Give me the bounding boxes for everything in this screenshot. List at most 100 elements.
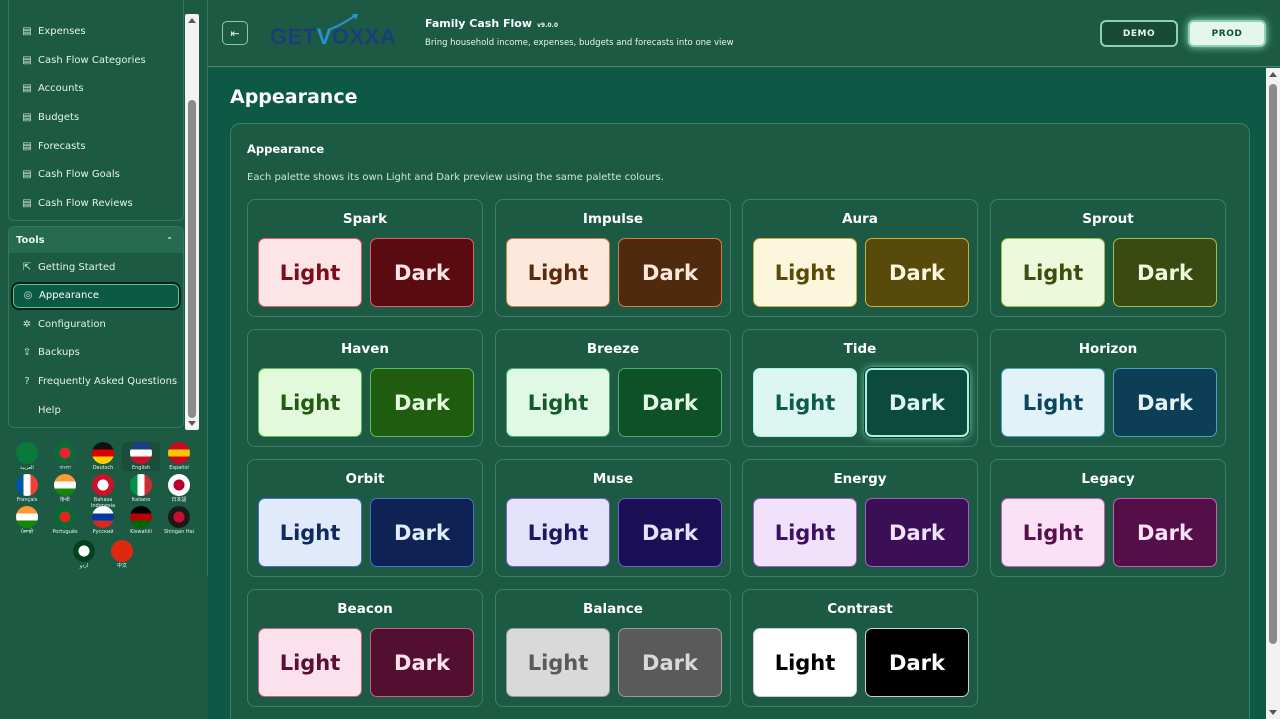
sidebar-scroll-thumb[interactable] <box>188 100 196 418</box>
demo-button[interactable]: DEMO <box>1100 20 1178 47</box>
language-label: Kiswahili <box>130 529 152 535</box>
sidebar-item-appearance[interactable]: ◎ Appearance <box>11 281 181 310</box>
sidebar-item-label: Cash Flow Goals <box>38 169 120 181</box>
aura-light-swatch[interactable]: Light <box>753 238 857 307</box>
sidebar-item-label: Budgets <box>38 111 80 123</box>
palette-icon: ◎ <box>23 290 33 302</box>
language-option[interactable]: Deutsch <box>84 442 122 471</box>
language-option[interactable]: বাংলা <box>46 442 84 471</box>
flag-icon <box>92 474 114 496</box>
collapse-sidebar-button[interactable]: ⇤ <box>222 21 248 45</box>
prod-button[interactable]: PROD <box>1188 20 1266 47</box>
card-title: Appearance <box>247 142 325 156</box>
energy-dark-swatch[interactable]: Dark <box>865 498 969 567</box>
impulse-dark-swatch[interactable]: Dark <box>618 238 722 307</box>
language-option[interactable]: Español <box>160 442 198 471</box>
beacon-light-swatch[interactable]: Light <box>258 628 362 697</box>
language-option[interactable]: Shingan Hai <box>160 506 198 535</box>
balance-light-swatch[interactable]: Light <box>506 628 610 697</box>
breeze-dark-swatch[interactable]: Dark <box>618 368 722 437</box>
legacy-dark-swatch[interactable]: Dark <box>1113 498 1217 567</box>
sidebar-item-configuration[interactable]: ✲ Configuration <box>9 310 183 339</box>
sidebar-item-cash-flow-categories[interactable]: ▤ Cash Flow Categories <box>9 46 183 75</box>
sidebar-scrollbar[interactable] <box>185 14 199 430</box>
language-option[interactable]: Русский <box>84 506 122 535</box>
beacon-dark-swatch[interactable]: Dark <box>370 628 474 697</box>
sidebar-item-budgets[interactable]: ▤ Budgets <box>9 103 183 132</box>
impulse-light-swatch[interactable]: Light <box>506 238 610 307</box>
horizon-light-swatch[interactable]: Light <box>1001 368 1105 437</box>
sprout-dark-swatch[interactable]: Dark <box>1113 238 1217 307</box>
language-option[interactable]: ਪੰਜਾਬੀ <box>8 506 46 535</box>
flag-icon <box>54 474 76 496</box>
haven-light-swatch[interactable]: Light <box>258 368 362 437</box>
language-option[interactable]: Bahasa Indonesia <box>84 474 122 509</box>
scroll-up-arrow-icon[interactable] <box>1269 72 1277 77</box>
tide-dark-swatch[interactable]: Dark <box>865 368 969 437</box>
language-label: Русский <box>92 529 114 535</box>
contrast-light-swatch[interactable]: Light <box>753 628 857 697</box>
language-option[interactable]: Português <box>46 506 84 535</box>
language-option[interactable]: Italiano <box>122 474 160 503</box>
breeze-light-swatch[interactable]: Light <box>506 368 610 437</box>
language-option[interactable]: اردو <box>65 540 103 569</box>
page-title: Appearance <box>230 86 358 108</box>
legacy-light-swatch[interactable]: Light <box>1001 498 1105 567</box>
language-option[interactable]: 中文 <box>103 540 141 569</box>
spark-dark-swatch[interactable]: Dark <box>370 238 474 307</box>
palette-card-spark: Spark Light Dark <box>247 199 483 317</box>
aura-dark-swatch[interactable]: Dark <box>865 238 969 307</box>
spark-light-swatch[interactable]: Light <box>258 238 362 307</box>
sidebar-item-backups[interactable]: ⇪ Backups <box>9 338 183 367</box>
sidebar-item-label: Forecasts <box>38 140 86 152</box>
sidebar-item-label: Backups <box>38 347 80 359</box>
palette-card-contrast: Contrast Light Dark <box>742 589 978 707</box>
tools-section-header[interactable]: Tools ⌃ <box>9 227 183 253</box>
scroll-down-arrow-icon[interactable] <box>188 421 196 426</box>
flag-icon <box>16 474 38 496</box>
balance-dark-swatch[interactable]: Dark <box>618 628 722 697</box>
orbit-dark-swatch[interactable]: Dark <box>370 498 474 567</box>
sidebar-item-accounts[interactable]: ▤ Accounts <box>9 74 183 103</box>
language-option[interactable]: English <box>122 442 160 471</box>
tide-light-swatch[interactable]: Light <box>753 368 857 437</box>
sidebar-item-cash-flow-goals[interactable]: ▤ Cash Flow Goals <box>9 160 183 189</box>
chevron-up-icon[interactable]: ⌃ <box>166 236 173 245</box>
flag-icon <box>130 474 152 496</box>
language-option[interactable]: Français <box>8 474 46 503</box>
language-picker: العربية বাংলা Deutsch English Español Françai… <box>8 436 200 572</box>
orbit-light-swatch[interactable]: Light <box>258 498 362 567</box>
sidebar-item-frequently-asked-questions[interactable]: ? Frequently Asked Questions <box>9 367 183 396</box>
palette-name: Energy <box>833 471 887 487</box>
sidebar-item-forecasts[interactable]: ▤ Forecasts <box>9 132 183 161</box>
sidebar-item-label: Appearance <box>39 290 100 302</box>
language-label: हिन्दी <box>60 497 70 503</box>
flag-icon <box>130 442 152 464</box>
contrast-dark-swatch[interactable]: Dark <box>865 628 969 697</box>
horizon-dark-swatch[interactable]: Dark <box>1113 368 1217 437</box>
main-scroll-thumb[interactable] <box>1269 84 1277 644</box>
palette-card-breeze: Breeze Light Dark <box>495 329 731 447</box>
scroll-up-arrow-icon[interactable] <box>188 18 196 23</box>
energy-light-swatch[interactable]: Light <box>753 498 857 567</box>
sidebar-item-cash-flow-reviews[interactable]: ▤ Cash Flow Reviews <box>9 189 183 218</box>
palette-name: Sprout <box>1082 211 1134 227</box>
muse-dark-swatch[interactable]: Dark <box>618 498 722 567</box>
sidebar-item-label: Frequently Asked Questions <box>38 375 178 387</box>
sidebar-item-getting-started[interactable]: ⇱ Getting Started <box>9 253 183 282</box>
muse-light-swatch[interactable]: Light <box>506 498 610 567</box>
scroll-down-arrow-icon[interactable] <box>1269 710 1277 715</box>
language-option[interactable]: العربية <box>8 442 46 471</box>
palette-card-energy: Energy Light Dark <box>742 459 978 577</box>
language-option[interactable]: हिन्दी <box>46 474 84 503</box>
document-icon: ▤ <box>22 197 32 209</box>
sidebar-item-expenses[interactable]: ▤ Expenses <box>9 17 183 46</box>
language-option[interactable]: Kiswahili <box>122 506 160 535</box>
main-scrollbar[interactable] <box>1266 68 1280 719</box>
sprout-light-swatch[interactable]: Light <box>1001 238 1105 307</box>
haven-dark-swatch[interactable]: Dark <box>370 368 474 437</box>
document-icon: ▤ <box>22 83 32 95</box>
language-option[interactable]: 日本語 <box>160 474 198 503</box>
sidebar-item-help[interactable]: Help <box>9 396 183 425</box>
language-label: Deutsch <box>92 465 114 471</box>
